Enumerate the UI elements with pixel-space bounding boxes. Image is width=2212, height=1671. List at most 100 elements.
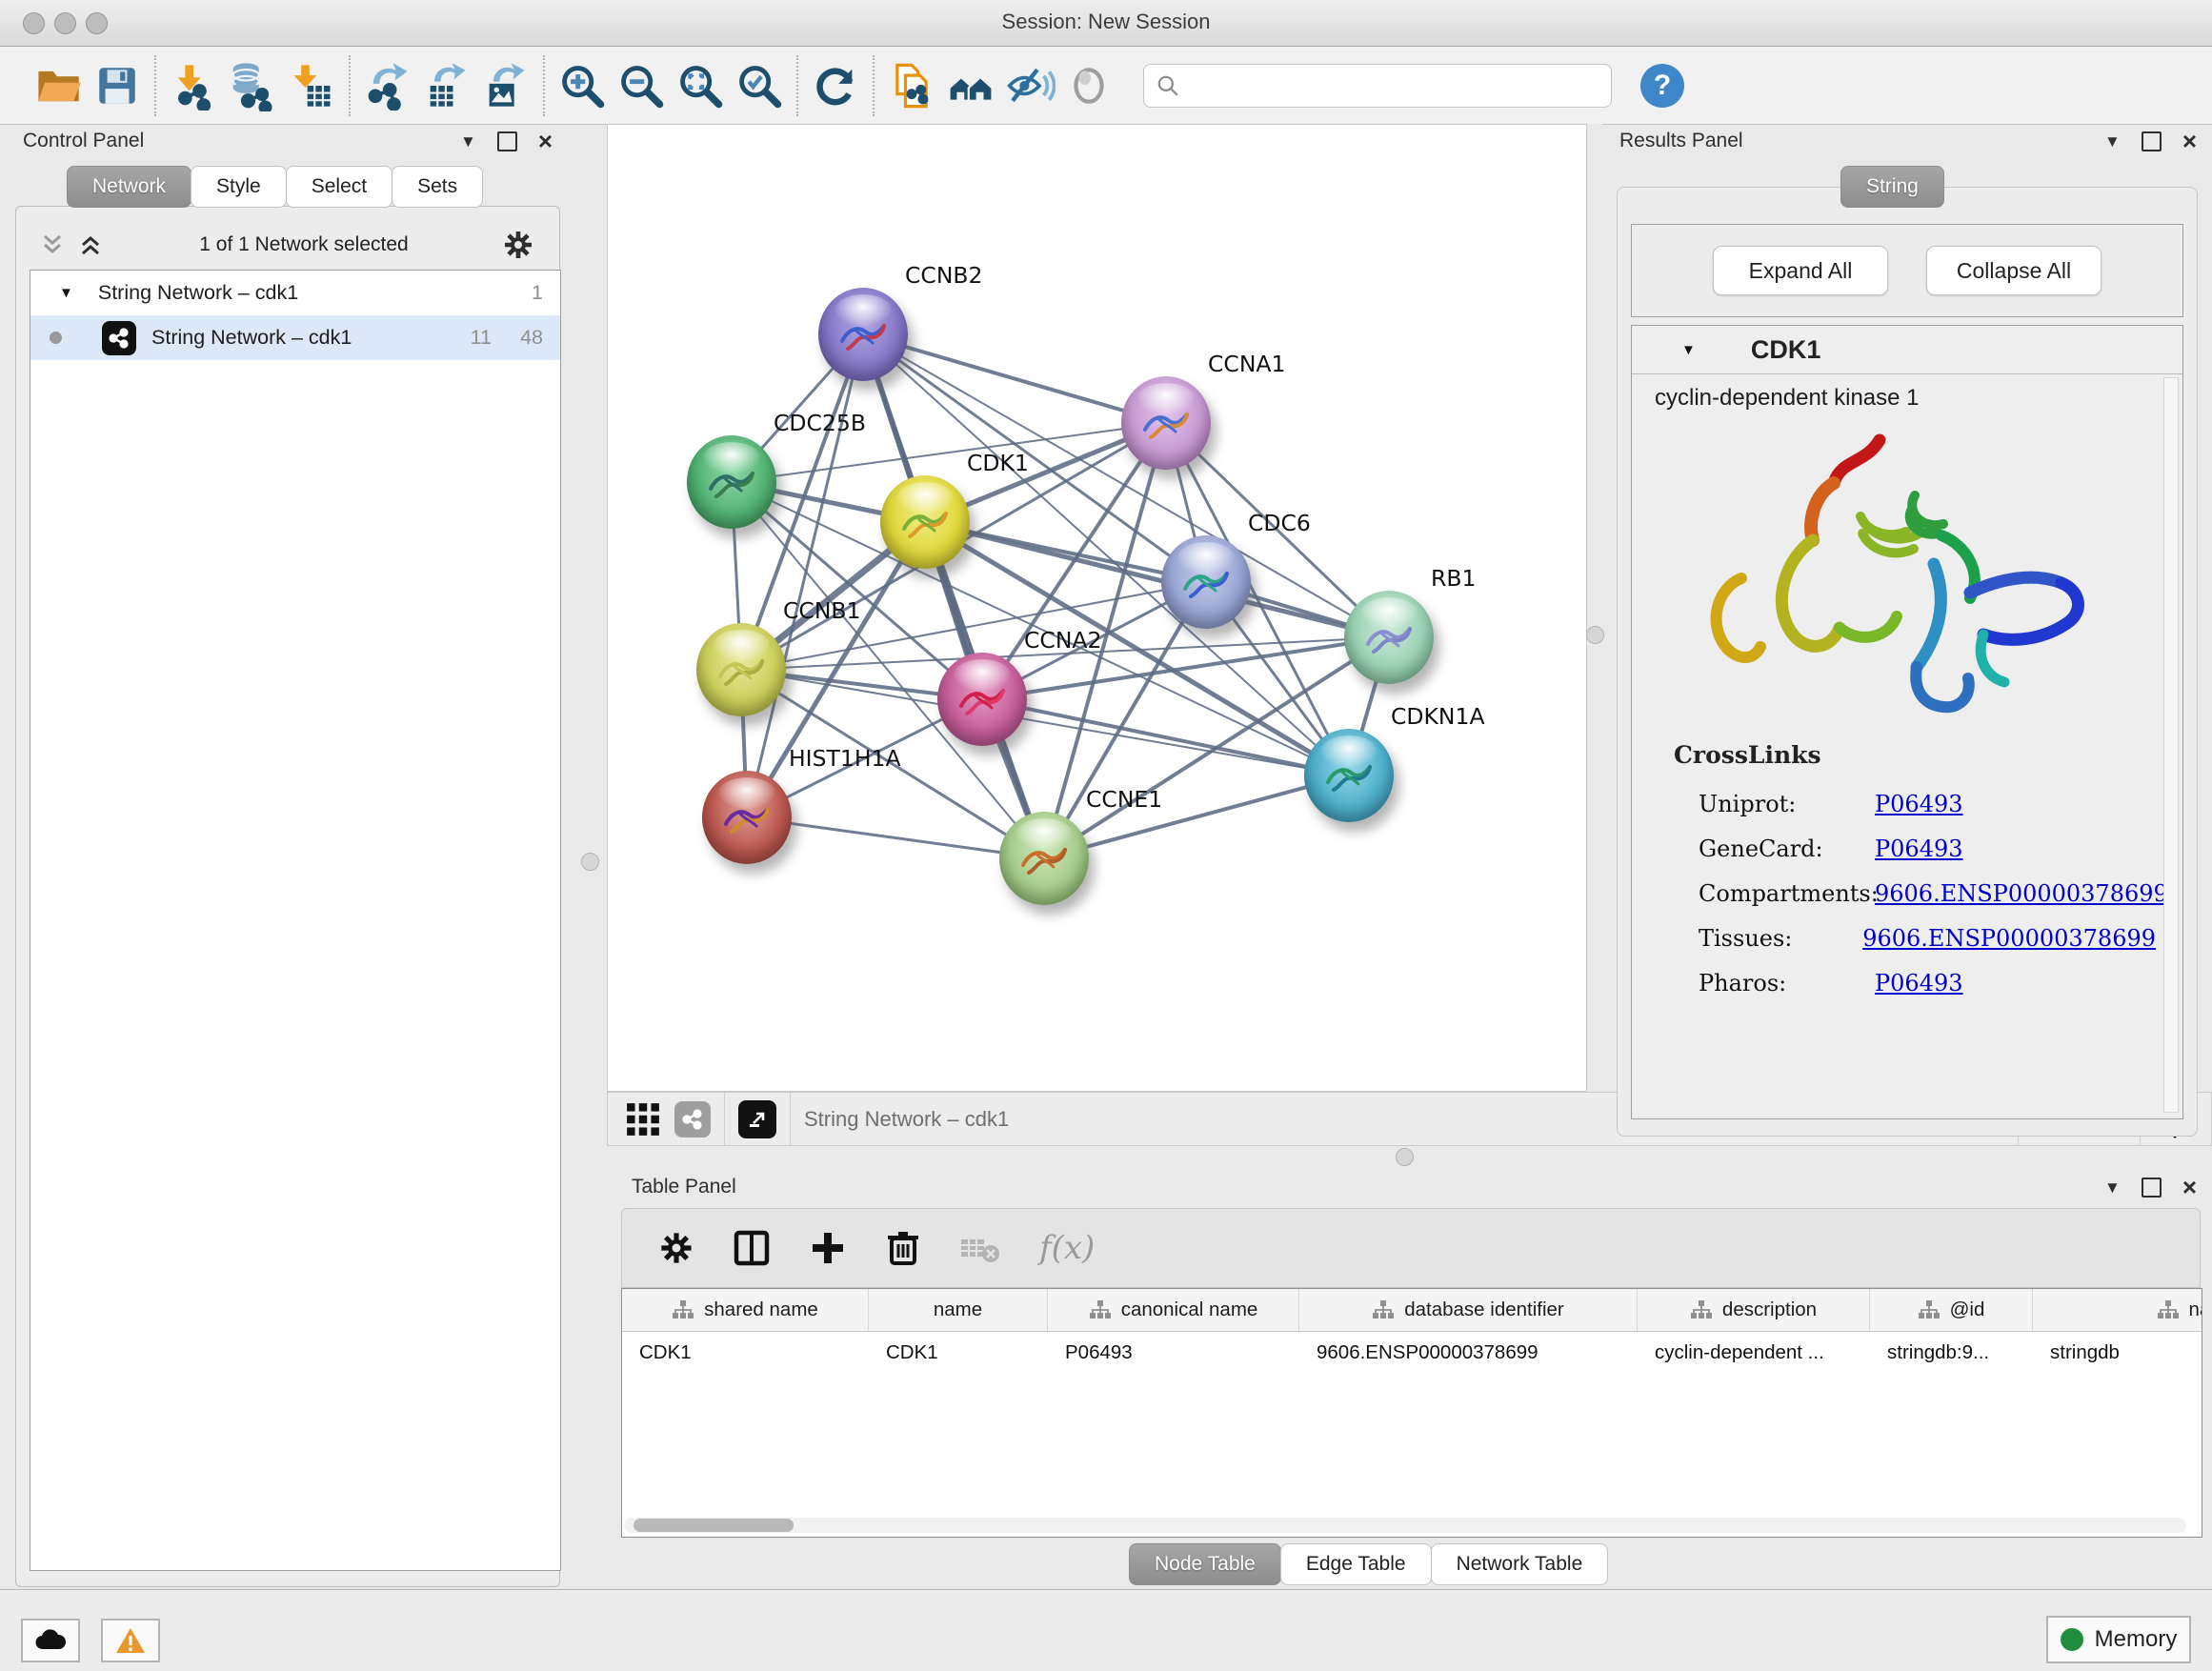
- results-menu-caret[interactable]: ▼: [2104, 132, 2121, 151]
- expand-all-button[interactable]: Expand All: [1713, 246, 1888, 295]
- network-edge-CDK1-RB1[interactable]: [925, 522, 1389, 637]
- cloud-button[interactable]: [21, 1619, 80, 1662]
- network-node-CDK1[interactable]: [880, 475, 970, 569]
- network-node-CDKN1A[interactable]: [1304, 729, 1394, 822]
- save-session-button[interactable]: [88, 56, 147, 115]
- results-panel-title: Results Panel: [1619, 130, 1743, 152]
- network-node-RB1[interactable]: [1344, 591, 1434, 684]
- tab-network-table[interactable]: Network Table: [1431, 1543, 1609, 1585]
- column-header-canonicalname[interactable]: canonical name: [1048, 1289, 1299, 1331]
- crosslink-link[interactable]: 9606.ENSP00000378699: [1875, 880, 2168, 907]
- results-close-button[interactable]: ×: [2182, 133, 2197, 150]
- panel-float-button[interactable]: [497, 131, 517, 151]
- column-header-databaseidentifier[interactable]: database identifier: [1299, 1289, 1638, 1331]
- refresh-layout-button[interactable]: [806, 56, 865, 115]
- crosslink-link[interactable]: 9606.ENSP00000378699: [1862, 925, 2156, 952]
- left-splitter-grip[interactable]: [581, 853, 599, 871]
- table-row[interactable]: CDK1CDK1P064939606.ENSP00000378699cyclin…: [622, 1332, 2202, 1374]
- table-cell[interactable]: cyclin-dependent ...: [1638, 1332, 1870, 1374]
- column-header-name[interactable]: name: [869, 1289, 1048, 1331]
- scrollbar-thumb[interactable]: [633, 1519, 794, 1532]
- network-node-CCNE1[interactable]: [999, 812, 1089, 905]
- collapse-all-icon[interactable]: [39, 232, 68, 257]
- bottom-splitter-grip[interactable]: [1396, 1148, 1414, 1166]
- table-cell[interactable]: CDK1: [622, 1332, 869, 1374]
- panel-close-button[interactable]: ×: [538, 133, 553, 150]
- open-in-string-icon[interactable]: [738, 1100, 776, 1138]
- open-session-button[interactable]: [29, 56, 88, 115]
- network-edge-CCNA2-CDKN1A[interactable]: [982, 699, 1349, 775]
- zoom-out-button[interactable]: [612, 56, 671, 115]
- zoom-in-button[interactable]: [553, 56, 612, 115]
- right-splitter-grip[interactable]: [1586, 626, 1604, 644]
- network-node-CDC25B[interactable]: [687, 435, 776, 529]
- node-label-CDC25B: CDC25B: [774, 410, 866, 436]
- zoom-selected-button[interactable]: [730, 56, 789, 115]
- export-table-button[interactable]: [417, 56, 476, 115]
- first-neighbors-button[interactable]: [941, 56, 1000, 115]
- collection-expand-triangle[interactable]: ▼: [59, 285, 73, 301]
- zoom-fit-button[interactable]: [671, 56, 730, 115]
- table-close-button[interactable]: ×: [2182, 1179, 2197, 1196]
- results-scrollbar[interactable]: [2163, 377, 2179, 1113]
- warnings-button[interactable]: [101, 1619, 160, 1662]
- tab-sets[interactable]: Sets: [392, 166, 483, 208]
- column-header-description[interactable]: description: [1638, 1289, 1870, 1331]
- network-node-HIST1H1A[interactable]: [702, 771, 792, 864]
- network-collection-row[interactable]: ▼ String Network – cdk1 1: [30, 271, 560, 315]
- tab-string[interactable]: String: [1840, 166, 1944, 208]
- table-gear-icon[interactable]: [658, 1230, 694, 1266]
- results-float-button[interactable]: [2142, 131, 2162, 151]
- crosslink-link[interactable]: P06493: [1875, 970, 1963, 997]
- memory-button[interactable]: Memory: [2046, 1616, 2191, 1663]
- network-view-canvas[interactable]: CCNB2CCNA1CDC25BCDK1CDC6RB1CCNB1CCNA2CDK…: [607, 124, 1587, 1092]
- add-column-icon[interactable]: [809, 1229, 847, 1267]
- show-all-button[interactable]: [1059, 56, 1118, 115]
- crosslink-link[interactable]: P06493: [1875, 791, 1963, 817]
- delete-column-icon[interactable]: [885, 1229, 921, 1267]
- help-button[interactable]: ?: [1640, 64, 1684, 108]
- cdk1-collapse-triangle[interactable]: ▼: [1681, 342, 1696, 358]
- show-columns-icon[interactable]: [733, 1229, 771, 1267]
- expand-all-icon[interactable]: [77, 232, 106, 257]
- tab-style[interactable]: Style: [191, 166, 287, 208]
- column-header-namespace[interactable]: namespace: [2033, 1289, 2202, 1331]
- hide-selected-button[interactable]: [1000, 56, 1059, 115]
- table-float-button[interactable]: [2142, 1178, 2162, 1198]
- table-horizontal-scrollbar[interactable]: [624, 1518, 2186, 1533]
- panel-menu-caret[interactable]: ▼: [460, 132, 476, 151]
- import-network-file-button[interactable]: [164, 56, 223, 115]
- collapse-all-button[interactable]: Collapse All: [1926, 246, 2101, 295]
- tab-network[interactable]: Network: [67, 166, 191, 208]
- column-header-id[interactable]: @id: [1870, 1289, 2033, 1331]
- table-cell[interactable]: stringdb:9...: [1870, 1332, 2033, 1374]
- table-cell[interactable]: 9606.ENSP00000378699: [1299, 1332, 1638, 1374]
- table-cell[interactable]: stringdb: [2033, 1332, 2202, 1374]
- crosslink-label: Uniprot:: [1699, 791, 1875, 817]
- tab-edge-table[interactable]: Edge Table: [1280, 1543, 1432, 1585]
- gear-icon[interactable]: [502, 229, 534, 261]
- tab-node-table[interactable]: Node Table: [1129, 1543, 1281, 1585]
- search-input[interactable]: [1180, 73, 1584, 97]
- column-header-sharedname[interactable]: shared name: [622, 1289, 869, 1331]
- crosslink-link[interactable]: P06493: [1875, 836, 1963, 862]
- network-row[interactable]: String Network – cdk1 11 48: [30, 315, 560, 360]
- table-menu-caret[interactable]: ▼: [2104, 1178, 2121, 1198]
- network-node-CCNA2[interactable]: [937, 653, 1027, 746]
- network-node-CCNB1[interactable]: [696, 623, 786, 716]
- import-network-database-button[interactable]: [223, 56, 282, 115]
- tab-select[interactable]: Select: [286, 166, 392, 208]
- network-node-CCNB2[interactable]: [818, 288, 908, 381]
- column-label: description: [1722, 1299, 1817, 1321]
- export-network-button[interactable]: [358, 56, 417, 115]
- export-image-button[interactable]: [476, 56, 535, 115]
- network-node-CDC6[interactable]: [1161, 535, 1251, 629]
- table-cell[interactable]: P06493: [1048, 1332, 1299, 1374]
- string-settings-icon[interactable]: [674, 1101, 711, 1137]
- birds-eye-view-icon[interactable]: [625, 1101, 661, 1137]
- protein-structure-image: [1684, 421, 2122, 735]
- table-cell[interactable]: CDK1: [869, 1332, 1048, 1374]
- clone-network-button[interactable]: [882, 56, 941, 115]
- network-node-CCNA1[interactable]: [1121, 376, 1211, 470]
- import-table-button[interactable]: [282, 56, 341, 115]
